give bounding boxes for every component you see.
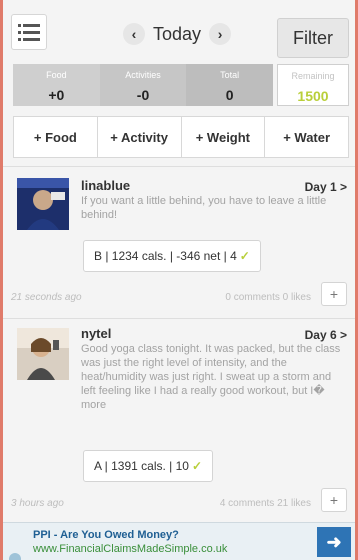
list-menu-icon[interactable]: [11, 14, 47, 50]
add-activity-button[interactable]: + Activity: [98, 117, 182, 157]
avatar-image: [17, 178, 69, 230]
app-frame: ‹ Today › Filter Food +0 Activities -0 T…: [0, 0, 358, 560]
checkmark-icon: ✓: [191, 459, 203, 473]
post-stats: B | 1234 cals. | -346 net | 4 ✓: [83, 240, 261, 272]
summary-activities: Activities -0: [99, 64, 187, 106]
divider: [3, 166, 355, 167]
post-social[interactable]: 0 comments 0 likes: [225, 292, 311, 303]
post-stats-text: B | 1234 cals. | -346 net | 4: [94, 249, 237, 263]
menu-bar: [23, 38, 40, 41]
avatar-image: [17, 328, 69, 380]
date-label: Today: [153, 23, 202, 44]
summary-total-label: Total: [220, 70, 240, 80]
add-weight-button[interactable]: + Weight: [182, 117, 266, 157]
summary-food: Food +0: [13, 64, 100, 106]
add-food-button[interactable]: + Food: [14, 117, 98, 157]
summary-total: Total 0: [186, 64, 274, 106]
post-social[interactable]: 4 comments 21 likes: [220, 498, 311, 509]
summary-food-label: Food: [46, 70, 67, 80]
chevron-right-icon[interactable]: ›: [209, 23, 232, 45]
add-comment-button[interactable]: +: [321, 488, 347, 512]
menu-dot: [18, 38, 21, 41]
calorie-summary: Food +0 Activities -0 Total 0: [13, 64, 274, 106]
menu-bar: [23, 24, 40, 27]
ad-url[interactable]: www.FinancialClaimsMadeSimple.co.uk: [33, 543, 227, 555]
post-time: 21 seconds ago: [11, 292, 82, 303]
date-navigator: ‹ Today ›: [123, 22, 232, 46]
add-water-button[interactable]: + Water: [265, 117, 348, 157]
menu-bar: [23, 31, 40, 34]
add-comment-button[interactable]: +: [321, 282, 347, 306]
avatar[interactable]: [17, 328, 69, 380]
filter-button[interactable]: Filter: [277, 18, 349, 58]
chevron-left-icon[interactable]: ‹: [123, 23, 145, 45]
post-stats-text: A | 1391 cals. | 10: [94, 459, 189, 473]
summary-total-value: 0: [225, 87, 234, 103]
summary-remaining-value: 1500: [297, 88, 329, 104]
summary-food-value: +0: [48, 87, 65, 103]
summary-activities-value: -0: [136, 87, 150, 103]
quick-add-bar: + Food + Activity + Weight + Water: [13, 116, 349, 158]
checkmark-icon: ✓: [239, 249, 250, 263]
ad-banner[interactable]: PPI - Are You Owed Money? www.FinancialC…: [3, 522, 355, 560]
divider: [3, 318, 355, 319]
feed-post: nytel Day 6 > Good yoga class tonight. I…: [3, 322, 355, 518]
post-day-link[interactable]: Day 6 >: [305, 328, 347, 342]
post-text: Good yoga class tonight. It was packed, …: [81, 343, 341, 411]
post-day-link[interactable]: Day 1 >: [305, 180, 347, 194]
post-username[interactable]: linablue: [81, 178, 130, 193]
ad-title[interactable]: PPI - Are You Owed Money?: [33, 529, 179, 541]
menu-dot: [18, 31, 21, 34]
summary-remaining-label: Remaining: [291, 71, 335, 81]
ad-badge-icon: [9, 553, 21, 560]
post-time: 3 hours ago: [11, 498, 64, 509]
summary-activities-label: Activities: [125, 70, 161, 80]
avatar[interactable]: [17, 178, 69, 230]
summary-remaining: Remaining 1500: [277, 64, 349, 106]
arrow-right-icon[interactable]: ➜: [317, 527, 351, 557]
post-text: If you want a little behind, you have to…: [81, 195, 327, 221]
menu-dot: [18, 24, 21, 27]
post-stats: A | 1391 cals. | 10 ✓: [83, 450, 214, 482]
feed-post: linablue Day 1 > If you want a little be…: [3, 172, 355, 314]
top-bar: ‹ Today › Filter: [3, 6, 355, 58]
post-username[interactable]: nytel: [81, 326, 111, 341]
